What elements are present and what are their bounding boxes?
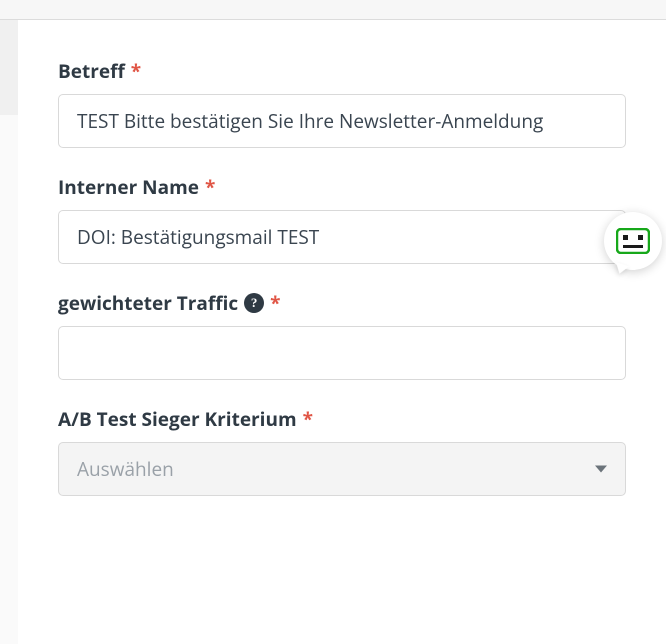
field-betreff: Betreff * [58,58,626,148]
label-betreff: Betreff * [58,58,626,84]
label-ab-test-sieger: A/B Test Sieger Kriterium * [58,406,626,432]
required-asterisk: * [270,290,280,316]
side-strip [0,20,18,115]
required-asterisk: * [303,406,313,432]
field-gewichteter-traffic: gewichteter Traffic ? * [58,290,626,380]
label-text: gewichteter Traffic [58,290,238,316]
label-text: A/B Test Sieger Kriterium [58,406,297,432]
label-interner-name: Interner Name * [58,174,626,200]
password-manager-widget[interactable] [604,212,662,270]
form-panel: Betreff * Interner Name * gewichteter Tr… [18,20,666,644]
select-placeholder: Auswählen [77,456,174,482]
chevron-down-icon [595,466,607,473]
betreff-input[interactable] [58,94,626,148]
help-icon[interactable]: ? [244,293,264,313]
label-text: Betreff [58,58,125,84]
label-gewichteter-traffic: gewichteter Traffic ? * [58,290,626,316]
required-asterisk: * [131,58,141,84]
roboform-icon [616,228,650,254]
field-interner-name: Interner Name * [58,174,626,264]
interner-name-input[interactable] [58,210,626,264]
ab-test-sieger-select[interactable]: Auswählen [58,442,626,496]
top-bar [0,0,666,20]
gewichteter-traffic-input[interactable] [58,326,626,380]
required-asterisk: * [205,174,215,200]
field-ab-test-sieger: A/B Test Sieger Kriterium * Auswählen [58,406,626,496]
label-text: Interner Name [58,174,199,200]
